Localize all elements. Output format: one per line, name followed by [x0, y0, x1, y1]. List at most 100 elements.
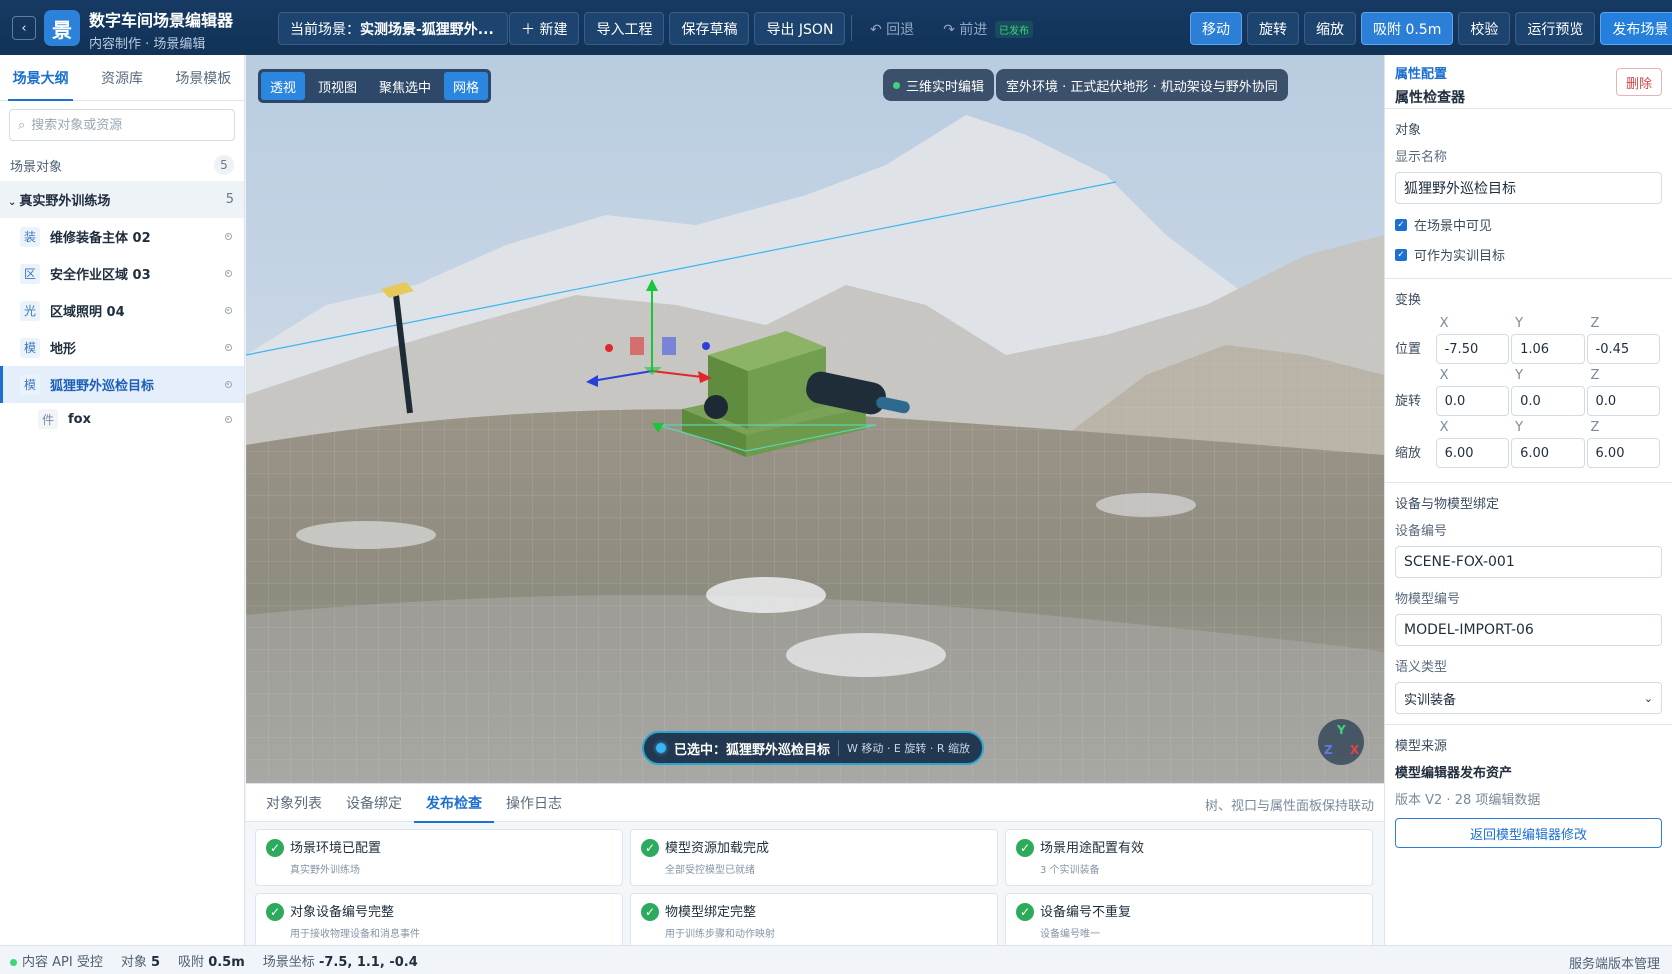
- source-title: 模型编辑器发布资产: [1395, 766, 1513, 781]
- part-icon: 件: [38, 409, 58, 429]
- snap-status: 吸附 0.5m: [178, 951, 245, 970]
- rotation-x-input[interactable]: [1435, 386, 1510, 416]
- import-button[interactable]: 导入工程: [584, 12, 665, 45]
- scale-z-input[interactable]: [1586, 438, 1660, 468]
- selection-indicator: 已选中：狐狸野外巡检目标 W 移动 · E 旋转 · R 缩放: [642, 731, 984, 765]
- position-z-input[interactable]: [1586, 334, 1660, 364]
- visibility-icon[interactable]: [225, 307, 232, 314]
- axis-label: Z: [1590, 316, 1600, 331]
- position-x-input[interactable]: [1435, 334, 1510, 364]
- sync-note: 树、视口与属性面板保持联动: [1204, 799, 1374, 814]
- snap-toggle-button[interactable]: 吸附 0.5m: [1361, 12, 1454, 45]
- scene-coordinates: 场景坐标 -7.5, 1.1, -0.4: [263, 951, 418, 970]
- visibility-icon[interactable]: [225, 415, 232, 423]
- field-label: 显示名称: [1395, 150, 1448, 165]
- visibility-icon[interactable]: [225, 344, 232, 351]
- tab-object-list[interactable]: 对象列表: [254, 784, 334, 822]
- tree-item-fox-child[interactable]: 件 fox: [0, 403, 244, 435]
- tree-item-label: 地形: [50, 342, 77, 357]
- field-label: 语义类型: [1395, 660, 1448, 675]
- check-circle-icon: ✓: [641, 903, 659, 921]
- axis-z-label: Z: [1324, 743, 1333, 757]
- transform-section: 变换 位置 X Y Z 旋转 X Y Z 缩放 X Y Z: [1385, 279, 1672, 483]
- run-preview-button[interactable]: 运行预览: [1515, 12, 1596, 45]
- export-json-button[interactable]: 导出 JSON: [754, 12, 846, 45]
- tree-item-maintenance-equipment[interactable]: 装 维修装备主体 02: [0, 218, 244, 255]
- scale-x-input[interactable]: [1435, 438, 1510, 468]
- device-id-input[interactable]: [1395, 546, 1662, 578]
- axis-x-label: X: [1350, 743, 1360, 757]
- check-title: 模型资源加载完成: [665, 841, 770, 856]
- tree-item-fox-target[interactable]: 模 狐狸野外巡检目标: [0, 366, 244, 403]
- model-source-section: 模型来源 模型编辑器发布资产 版本 V2 · 28 项编辑数据 返回模型编辑器修…: [1385, 725, 1672, 858]
- redo-button[interactable]: ↷ 前进: [931, 12, 999, 45]
- current-scene-selector[interactable]: 当前场景： 实测场景-狐狸野外...: [278, 12, 508, 45]
- server-version-link[interactable]: 服务端版本管理: [1569, 953, 1660, 972]
- rotate-tool-button[interactable]: 旋转: [1247, 12, 1299, 45]
- back-button[interactable]: ‹: [12, 16, 36, 40]
- tree-item-terrain[interactable]: 模 地形: [0, 329, 244, 366]
- section-title: 变换: [1395, 293, 1422, 308]
- left-panel: 场景大纲 资源库 场景模板 ⌕ 场景对象 5 ⌄真实野外训练场 5 装 维修装备…: [0, 55, 245, 945]
- grid-toggle-button[interactable]: 网格: [444, 72, 489, 100]
- visibility-icon[interactable]: [225, 233, 232, 240]
- publish-scene-button[interactable]: 发布场景: [1600, 12, 1672, 45]
- delete-button[interactable]: 删除: [1615, 68, 1662, 96]
- model-id-input[interactable]: [1395, 614, 1662, 646]
- scene-objects-header: 场景对象 5: [0, 149, 244, 181]
- left-tabs: 场景大纲 资源库 场景模板: [0, 55, 244, 101]
- tree-item-area-lighting[interactable]: 光 区域照明 04: [0, 292, 244, 329]
- new-button[interactable]: ＋ 新建: [509, 12, 580, 45]
- semantic-type-select[interactable]: 实训装备 ⌄: [1395, 682, 1662, 714]
- return-to-model-editor-button[interactable]: 返回模型编辑器修改: [1395, 818, 1662, 848]
- scale-tool-button[interactable]: 缩放: [1304, 12, 1356, 45]
- check-desc: 用于接收物理设备和消息事件: [290, 929, 420, 940]
- tab-publish-check[interactable]: 发布检查: [414, 784, 494, 823]
- position-y-input[interactable]: [1511, 334, 1585, 364]
- display-name-input[interactable]: [1395, 172, 1662, 204]
- source-version: 版本 V2 · 28 项编辑数据: [1395, 793, 1541, 808]
- scale-y-input[interactable]: [1511, 438, 1585, 468]
- field-label: 设备编号: [1395, 524, 1448, 539]
- perspective-view-button[interactable]: 透视: [261, 72, 306, 100]
- bottom-tabs: 对象列表 设备绑定 发布检查 操作日志 树、视口与属性面板保持联动: [246, 784, 1384, 823]
- check-title: 物模型绑定完整: [665, 905, 757, 920]
- training-target-checkbox[interactable]: ✓ 可作为实训目标: [1395, 245, 1662, 264]
- visibility-icon[interactable]: [225, 270, 232, 277]
- tree-item-safety-zone[interactable]: 区 安全作业区域 03: [0, 255, 244, 292]
- check-circle-icon: ✓: [1016, 903, 1034, 921]
- tree-group-field-site[interactable]: ⌄ 真实野外训练场 5: [0, 181, 244, 218]
- focus-selection-button[interactable]: 聚焦选中: [370, 72, 440, 100]
- check-item: ✓ 场景用途配置有效 3 个实训装备: [1005, 829, 1373, 886]
- check-title: 场景环境已配置: [290, 841, 382, 856]
- undo-button[interactable]: ↶ 回退: [858, 12, 926, 45]
- tab-scene-outline[interactable]: 场景大纲: [0, 55, 81, 101]
- verify-button[interactable]: 校验: [1458, 12, 1511, 45]
- checkmark-icon: ✓: [1395, 248, 1407, 261]
- move-tool-button[interactable]: 移动: [1190, 12, 1242, 45]
- save-draft-button[interactable]: 保存草稿: [669, 12, 750, 45]
- visibility-icon[interactable]: [225, 381, 232, 388]
- object-section: 对象 显示名称 ✓ 在场景中可见 ✓ 可作为实训目标: [1385, 109, 1672, 279]
- chevron-left-icon: ‹: [21, 20, 27, 36]
- rotation-z-input[interactable]: [1586, 386, 1660, 416]
- visible-checkbox[interactable]: ✓ 在场景中可见: [1395, 215, 1662, 234]
- rotation-y-input[interactable]: [1511, 386, 1585, 416]
- environment-pill: 室外环境 · 正式起伏地形 · 机动架设与野外协同: [996, 69, 1288, 101]
- tab-device-binding[interactable]: 设备绑定: [334, 784, 414, 822]
- check-desc: 真实野外训练场: [290, 865, 360, 876]
- tab-asset-library[interactable]: 资源库: [81, 55, 162, 100]
- tab-operation-log[interactable]: 操作日志: [494, 784, 574, 822]
- group-label: 真实野外训练场: [19, 194, 111, 209]
- tab-scene-templates[interactable]: 场景模板: [163, 55, 244, 100]
- check-item: ✓ 模型资源加载完成 全部受控模型已就绪: [630, 829, 998, 886]
- check-desc: 用于训练步骤和动作映射: [665, 929, 775, 940]
- 3d-viewport[interactable]: 透视 顶视图 聚焦选中 网格 三维实时编辑 室外环境 · 正式起伏地形 · 机动…: [246, 55, 1384, 783]
- axis-gizmo[interactable]: Y Z X: [1318, 719, 1364, 765]
- inspector-panel: 属性配置 属性检查器 删除 对象 显示名称 ✓ 在场景中可见 ✓ 可作为实训目标…: [1384, 55, 1672, 945]
- check-item: ✓ 物模型绑定完整 用于训练步骤和动作映射: [630, 893, 998, 950]
- top-view-button[interactable]: 顶视图: [309, 72, 366, 100]
- check-desc: 全部受控模型已就绪: [665, 865, 755, 876]
- check-item: ✓ 设备编号不重复 设备编号唯一: [1005, 893, 1373, 950]
- search-input[interactable]: [31, 117, 222, 133]
